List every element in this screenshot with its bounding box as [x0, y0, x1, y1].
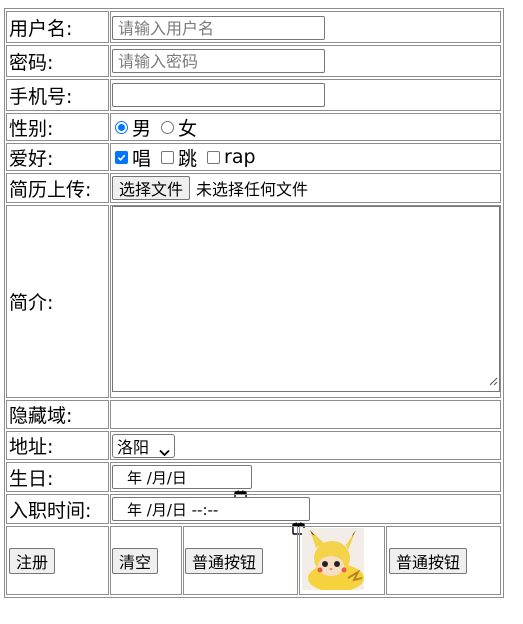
username-field	[112, 16, 325, 40]
hobby-dance-label: 跳	[178, 147, 198, 170]
address-label: 地址:	[9, 436, 54, 458]
normal-button-1-cell: 普通按钮	[183, 526, 298, 595]
hobby-option-sing[interactable]: 唱	[111, 144, 152, 170]
hobby-rap-label: rap	[224, 146, 256, 168]
password-field	[112, 49, 325, 73]
image-submit-button[interactable]	[302, 528, 364, 590]
username-input-cell	[110, 11, 501, 43]
register-button-cell: 注册	[6, 526, 109, 595]
hire-time-label-cell: 入职时间:	[6, 494, 109, 524]
intro-label: 简介:	[9, 292, 54, 314]
cat-pikachu-costume-image	[302, 528, 364, 590]
birthday-label-cell: 生日:	[6, 462, 109, 492]
normal-button-2[interactable]: 普通按钮	[389, 547, 468, 574]
username-label: 用户名:	[9, 17, 73, 40]
hidden-field-cell	[110, 400, 501, 429]
hobby-option-dance[interactable]: 跳	[157, 144, 198, 170]
choose-file-button[interactable]: 选择文件	[112, 176, 191, 200]
phone-field	[112, 83, 325, 107]
address-select[interactable]: 洛阳	[112, 434, 175, 458]
checkbox-unchecked-icon[interactable]	[161, 150, 175, 164]
hire-datetime-text: 年 /月/日 --:--	[127, 500, 219, 519]
hire-time-label: 入职时间:	[9, 499, 92, 522]
register-button[interactable]: 注册	[9, 547, 56, 574]
gender-label: 性别:	[9, 117, 54, 140]
intro-textarea[interactable]	[112, 206, 500, 392]
clear-button[interactable]: 清空	[112, 547, 159, 574]
address-label-cell: 地址:	[6, 431, 109, 460]
hidden-label: 隐藏域:	[9, 405, 73, 427]
birthday-date-input[interactable]: 年 /月/日	[112, 465, 252, 503]
resume-upload-cell: 选择文件 未选择任何文件	[110, 173, 501, 203]
phone-label: 手机号:	[9, 85, 73, 108]
gender-options-cell: 男 女	[110, 113, 501, 141]
radio-selected-icon[interactable]	[115, 120, 128, 134]
phone-input[interactable]	[113, 84, 324, 106]
clear-button-cell: 清空	[110, 526, 182, 595]
birthday-label: 生日:	[9, 467, 54, 490]
gender-option-female[interactable]: 女	[157, 114, 198, 140]
password-input[interactable]	[113, 50, 324, 72]
no-file-status: 未选择任何文件	[196, 180, 309, 199]
username-label-cell: 用户名:	[6, 11, 109, 43]
checkbox-unchecked-icon[interactable]	[207, 150, 221, 164]
radio-unselected-icon[interactable]	[161, 120, 175, 134]
normal-button-2-cell: 普通按钮	[386, 526, 501, 595]
birthday-date-text: 年 /月/日	[127, 468, 187, 487]
resume-label-cell: 简历上传:	[6, 173, 109, 203]
intro-label-cell: 简介:	[6, 205, 109, 398]
chevron-down-icon	[159, 442, 170, 461]
password-label-cell: 密码:	[6, 45, 109, 77]
username-input[interactable]	[113, 17, 324, 39]
address-selected-value: 洛阳	[117, 438, 150, 457]
phone-input-cell	[110, 79, 501, 111]
gender-male-label: 男	[132, 117, 152, 140]
phone-label-cell: 手机号:	[6, 79, 109, 111]
hobby-options-cell: 唱 跳 rap	[110, 143, 501, 171]
hobby-label-cell: 爱好:	[6, 143, 109, 171]
hobby-option-rap[interactable]: rap	[203, 146, 256, 168]
resize-grip-icon[interactable]	[488, 371, 498, 390]
gender-label-cell: 性别:	[6, 113, 109, 141]
hidden-label-cell: 隐藏域:	[6, 400, 109, 429]
password-label: 密码:	[9, 51, 54, 74]
gender-option-male[interactable]: 男	[111, 114, 152, 140]
resume-label: 简历上传:	[9, 178, 92, 201]
password-input-cell	[110, 45, 501, 77]
checkbox-checked-icon[interactable]	[115, 150, 128, 164]
hobby-sing-label: 唱	[132, 147, 152, 170]
hire-datetime-input[interactable]: 年 /月/日 --:--	[112, 497, 310, 535]
hobby-label: 爱好:	[9, 147, 54, 170]
gender-female-label: 女	[178, 117, 198, 140]
normal-button-1[interactable]: 普通按钮	[185, 547, 264, 574]
